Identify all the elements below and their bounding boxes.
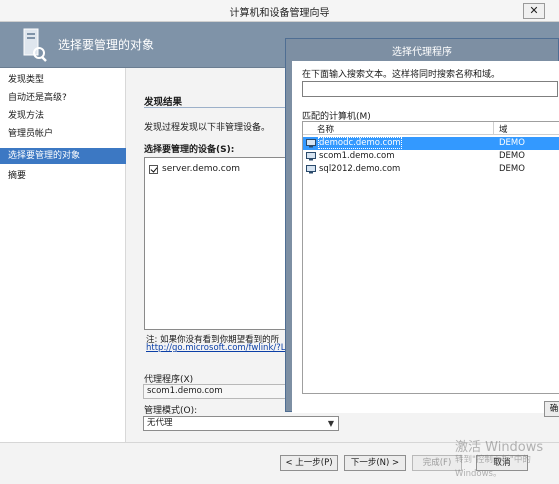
next-button[interactable]: 下一步(N) >: [344, 455, 406, 471]
device-checkbox[interactable]: [149, 164, 158, 174]
nav-item-auto-or-advanced[interactable]: 自动还是高级?: [0, 90, 126, 106]
nav-item-summary[interactable]: 摘要: [0, 168, 126, 184]
device-list[interactable]: server.demo.com: [144, 157, 286, 330]
section-title: 发现结果: [144, 97, 183, 108]
device-name: server.demo.com: [162, 164, 240, 174]
dialog-prompt: 在下面输入搜索文本。这样将同时搜索名称和域。: [302, 70, 501, 80]
window-title: 计算机和设备管理向导: [229, 8, 330, 19]
computer-icon: [306, 165, 316, 174]
page-title: 选择要管理的对象: [58, 38, 155, 52]
computer-name: sql2012.demo.com: [319, 164, 401, 174]
column-separator[interactable]: [493, 122, 494, 135]
activation-watermark-line: Windows。: [455, 469, 502, 479]
wizard-steps-nav: 发现类型 自动还是高级? 发现方法 管理员帐户 选择要管理的对象 摘要: [0, 68, 126, 484]
devices-label: 选择要管理的设备(S):: [144, 145, 235, 155]
computer-domain: DEMO: [499, 164, 525, 174]
confirm-button[interactable]: 确: [544, 401, 559, 417]
dialog-body: 在下面输入搜索文本。这样将同时搜索名称和域。 匹配的计算机(M) 名称 域 de…: [292, 61, 559, 417]
computer-icon: [306, 139, 316, 148]
mode-value: 无代理: [147, 418, 173, 428]
intro-text: 发现过程发现以下非管理设备。: [144, 123, 271, 133]
dialog-title: 选择代理程序: [392, 47, 452, 58]
column-header-name[interactable]: 名称: [317, 123, 334, 135]
nav-item-discovery-method[interactable]: 发现方法: [0, 108, 126, 124]
column-header-domain[interactable]: 域: [499, 123, 508, 135]
select-proxy-dialog: 选择代理程序 在下面输入搜索文本。这样将同时搜索名称和域。 匹配的计算机(M) …: [285, 38, 559, 417]
title-bar: 计算机和设备管理向导 ✕: [0, 0, 559, 22]
list-header: 名称 域: [303, 122, 559, 135]
computer-name: scom1.demo.com: [319, 151, 395, 161]
device-row[interactable]: server.demo.com: [149, 163, 240, 175]
list-item[interactable]: scom1.demo.com DEMO: [303, 150, 559, 163]
wizard-computer-icon: [23, 28, 47, 62]
proxy-field[interactable]: scom1.demo.com: [143, 384, 286, 399]
mode-label: 管理模式(O):: [144, 406, 198, 416]
nav-item-discovery-type[interactable]: 发现类型: [0, 72, 126, 88]
help-link[interactable]: http://go.microsoft.com/fwlink/?Link: [146, 343, 286, 353]
computer-domain: DEMO: [499, 138, 525, 148]
computer-icon: [306, 152, 316, 161]
computer-name: demodc.demo.com: [318, 137, 402, 149]
mode-select[interactable]: 无代理 ▼: [143, 416, 339, 431]
computer-domain: DEMO: [499, 151, 525, 161]
activation-watermark-line: 转到"控制面板"中的: [455, 455, 531, 465]
section-divider: [144, 107, 294, 108]
list-item[interactable]: sql2012.demo.com DEMO: [303, 163, 559, 176]
prev-button[interactable]: < 上一步(P): [280, 455, 338, 471]
chevron-down-icon: ▼: [327, 419, 334, 428]
computer-list[interactable]: 名称 域 demodc.demo.com DEMO scom1.demo.com…: [302, 121, 559, 394]
close-button[interactable]: ✕: [523, 3, 545, 19]
nav-item-select-objects[interactable]: 选择要管理的对象: [0, 148, 126, 164]
nav-item-admin-account[interactable]: 管理员帐户: [0, 126, 126, 142]
list-item[interactable]: demodc.demo.com DEMO: [303, 137, 559, 150]
search-input[interactable]: [302, 81, 558, 97]
